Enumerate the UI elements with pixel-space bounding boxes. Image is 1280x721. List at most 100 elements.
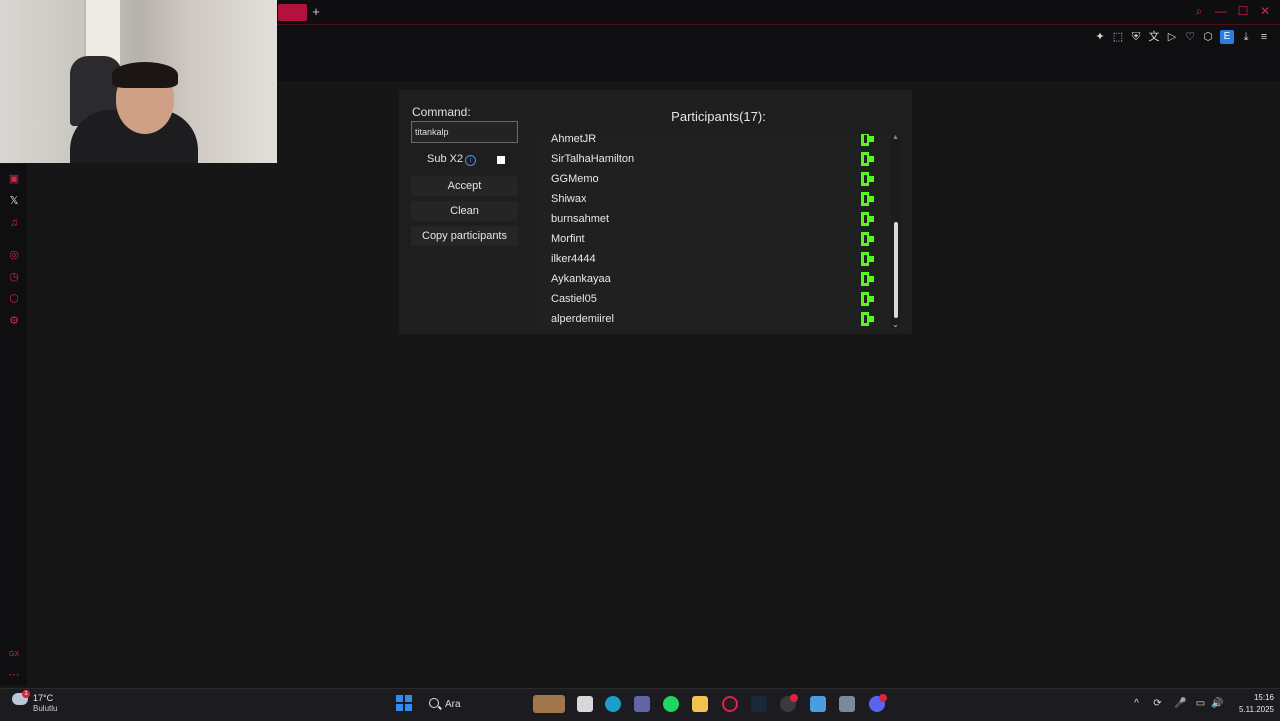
shield-icon[interactable]: ⛨ bbox=[1130, 30, 1142, 44]
command-label: Command: bbox=[412, 105, 471, 119]
scrollbar-thumb[interactable] bbox=[894, 222, 898, 318]
weather-badge: 1 bbox=[22, 690, 30, 698]
participant-name: GGMemo bbox=[551, 173, 599, 185]
scroll-up-icon[interactable]: ▲ bbox=[891, 134, 900, 141]
extensions-icon[interactable]: ⬡ bbox=[7, 292, 21, 306]
windows-logo-tile bbox=[396, 704, 403, 711]
kick-icon bbox=[861, 292, 874, 306]
participant-name: Aykankayaa bbox=[551, 273, 611, 285]
translate-icon[interactable]: 文 bbox=[1148, 30, 1160, 44]
kick-icon bbox=[861, 312, 874, 326]
windows-logo-tile bbox=[396, 695, 403, 702]
start-button[interactable] bbox=[396, 695, 412, 711]
info-icon[interactable]: i bbox=[465, 155, 476, 166]
kick-icon bbox=[861, 272, 874, 286]
x-icon[interactable]: 𝕏 bbox=[7, 194, 21, 208]
participants-title: Participants(17): bbox=[671, 109, 766, 124]
search-placeholder[interactable]: Ara bbox=[445, 699, 461, 710]
windows-logo-tile bbox=[405, 704, 412, 711]
kick-icon bbox=[861, 152, 874, 166]
screenshot-icon[interactable]: ⬚ bbox=[1112, 30, 1124, 44]
participant-name: alperdemiirel bbox=[551, 313, 614, 325]
list-item: Aykankayaa bbox=[535, 270, 891, 290]
play-icon[interactable]: ▷ bbox=[1166, 30, 1178, 44]
download-icon[interactable]: ⤓ bbox=[1240, 30, 1252, 44]
participant-name: Morfint bbox=[551, 233, 585, 245]
gx-label: GX bbox=[8, 651, 20, 658]
maximize-button[interactable]: ☐ bbox=[1236, 4, 1250, 18]
clean-button[interactable]: Clean bbox=[411, 201, 518, 221]
search-tabs-icon[interactable]: ⌕ bbox=[1192, 4, 1206, 18]
scroll-down-icon[interactable]: ⌄ bbox=[891, 320, 900, 329]
list-item: SirTalhaHamilton bbox=[535, 150, 891, 170]
participant-name: Shiwax bbox=[551, 193, 587, 205]
mic-icon[interactable]: 🎤 bbox=[1174, 698, 1186, 709]
kick-icon bbox=[861, 212, 874, 226]
folder-icon[interactable] bbox=[692, 696, 708, 712]
kick-icon bbox=[861, 232, 874, 246]
clock-date[interactable]: 5.11.2025 bbox=[1230, 705, 1274, 714]
more-icon[interactable]: ⋯ bbox=[7, 668, 21, 682]
participant-name: ilker4444 bbox=[551, 253, 596, 265]
heart-icon[interactable]: ♡ bbox=[1184, 30, 1196, 44]
edge-icon[interactable] bbox=[605, 696, 621, 712]
sub-x2-checkbox[interactable] bbox=[497, 156, 505, 164]
weather-desc[interactable]: Bulutlu bbox=[33, 704, 57, 713]
participant-name: burnsahmet bbox=[551, 213, 610, 225]
list-item: burnsahmet bbox=[535, 210, 891, 230]
list-item: Morfint bbox=[535, 230, 891, 250]
notepad-icon[interactable] bbox=[810, 696, 826, 712]
sub-x2-label: Sub X2 bbox=[427, 153, 464, 165]
list-item: Castiel05 bbox=[535, 290, 891, 310]
search-icon bbox=[429, 698, 439, 708]
webcam-person-hair bbox=[112, 62, 178, 88]
kick-icon bbox=[861, 172, 874, 186]
sync-icon[interactable]: ⟳ bbox=[1152, 698, 1163, 709]
list-item: ilker4444 bbox=[535, 250, 891, 270]
copy-participants-button[interactable]: Copy participants bbox=[411, 226, 518, 246]
music-icon[interactable]: ♫ bbox=[7, 216, 21, 230]
new-tab-button[interactable]: + bbox=[309, 4, 323, 20]
steam-icon[interactable] bbox=[751, 696, 767, 712]
command-input[interactable] bbox=[411, 121, 518, 143]
list-item: GGMemo bbox=[535, 170, 891, 190]
kick-icon bbox=[861, 252, 874, 266]
list-item: alperdemiirel bbox=[535, 310, 891, 330]
teams-icon[interactable] bbox=[634, 696, 650, 712]
participant-name: AhmetJR bbox=[551, 134, 597, 145]
browser-sidebar: ▣ 𝕏 ♫ ◎ ◷ ⬡ ⚙ GX ⋯ bbox=[0, 164, 27, 686]
weather-temp[interactable]: 17°C bbox=[33, 693, 53, 703]
participants-list[interactable]: AhmetJR SirTalhaHamilton GGMemo Shiwax b… bbox=[535, 134, 891, 330]
windows-logo-tile bbox=[405, 695, 412, 702]
opera-gx-icon[interactable] bbox=[722, 696, 738, 712]
close-button[interactable]: ✕ bbox=[1258, 4, 1272, 18]
list-item: AhmetJR bbox=[535, 134, 891, 150]
notification-badge bbox=[879, 694, 887, 702]
search-highlight-image[interactable] bbox=[533, 695, 565, 713]
kick-icon bbox=[861, 134, 874, 146]
list-item: Shiwax bbox=[535, 190, 891, 210]
extension-e-icon[interactable]: E bbox=[1220, 30, 1234, 44]
file-explorer-icon[interactable] bbox=[577, 696, 593, 712]
extensions-icon[interactable]: ⬡ bbox=[1202, 30, 1214, 44]
twitch-icon[interactable]: ▣ bbox=[7, 172, 21, 186]
participant-name: Castiel05 bbox=[551, 293, 597, 305]
minimize-button[interactable]: — bbox=[1214, 4, 1228, 18]
volume-icon[interactable]: 🔊 bbox=[1211, 698, 1223, 709]
chevron-up-icon[interactable]: ^ bbox=[1131, 698, 1142, 709]
active-tab[interactable] bbox=[278, 4, 307, 21]
accept-button[interactable]: Accept bbox=[411, 176, 518, 196]
pin-icon[interactable]: ✦ bbox=[1094, 30, 1106, 44]
settings-icon[interactable]: ⚙ bbox=[7, 314, 21, 328]
window-controls: ⌕ — ☐ ✕ bbox=[1192, 4, 1272, 18]
display-icon[interactable]: ▭ bbox=[1195, 698, 1206, 709]
history-icon[interactable]: ◷ bbox=[7, 270, 21, 284]
kick-icon bbox=[861, 192, 874, 206]
spotify-icon[interactable] bbox=[663, 696, 679, 712]
player-icon[interactable]: ◎ bbox=[7, 248, 21, 262]
toolbar-icons: ✦ ⬚ ⛨ 文 ▷ ♡ ⬡ E ⤓ ≡ bbox=[1094, 30, 1270, 44]
menu-icon[interactable]: ≡ bbox=[1258, 30, 1270, 44]
clock-time[interactable]: 15:16 bbox=[1244, 693, 1274, 702]
notification-badge bbox=[790, 694, 798, 702]
settings-icon[interactable] bbox=[839, 696, 855, 712]
